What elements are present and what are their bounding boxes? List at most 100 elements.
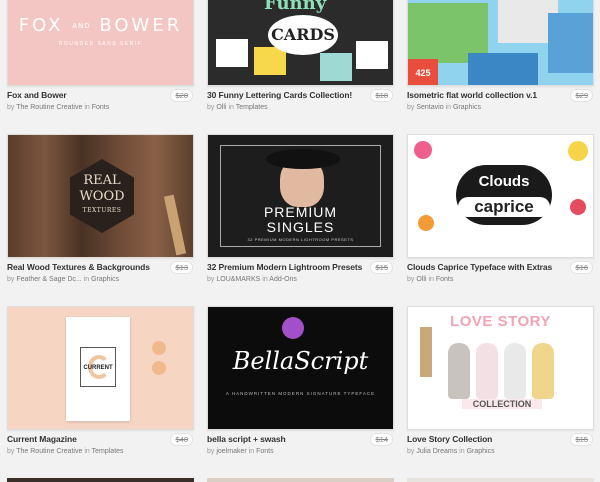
price-badge: $20	[170, 89, 193, 102]
product-meta: by The Routine Creative in Templates	[7, 448, 124, 455]
thumb-subtitle: caprice	[458, 197, 550, 217]
category-link[interactable]: Templates	[92, 448, 124, 455]
product-title[interactable]: Isometric flat world collection v.1	[407, 90, 537, 100]
product-meta: by LOU&MARKS in Add-Ons	[207, 276, 297, 283]
category-link[interactable]: Fonts	[436, 276, 454, 283]
product-title[interactable]: Love Story Collection	[407, 434, 492, 444]
thumb-title: CURRENT	[83, 365, 113, 371]
magazine-page: CURRENT	[66, 317, 130, 421]
category-link[interactable]: Templates	[236, 104, 268, 111]
product-thumbnail[interactable]: Funny CARDS	[207, 0, 394, 86]
price-badge: $14	[370, 433, 393, 446]
product-card-bella-script[interactable]: BellaScript A HANDWRITTEN MODERN SIGNATU…	[207, 306, 397, 470]
next-row-thumbnail[interactable]	[407, 478, 594, 482]
next-row-thumbnail[interactable]	[207, 478, 394, 482]
product-meta: by Julia Dreams in Graphics	[407, 448, 495, 455]
price-badge: $13	[170, 261, 193, 274]
author-link[interactable]: Feather & Sage Dc...	[16, 276, 81, 283]
thumb-title: LOVE STORY	[450, 313, 551, 330]
product-card-real-wood-textures[interactable]: REAL WOOD TEXTURES Real Wood Textures & …	[7, 134, 197, 298]
color-dot	[152, 341, 166, 355]
product-card-love-story[interactable]: LOVE STORY COLLECTION Love Story Collect…	[407, 306, 597, 470]
count-badge: 425	[408, 59, 438, 85]
product-card-premium-lightroom-presets[interactable]: PREMIUM SINGLES 32 PREMIUM MODERN LIGHTRO…	[207, 134, 397, 298]
product-thumbnail[interactable]: BellaScript A HANDWRITTEN MODERN SIGNATU…	[207, 306, 394, 430]
orchid-flower	[282, 317, 304, 339]
product-thumbnail[interactable]: PREMIUM SINGLES 32 PREMIUM MODERN LIGHTRO…	[207, 134, 394, 258]
thumb-title: BellaScript	[232, 347, 369, 375]
product-thumbnail[interactable]: CURRENT	[7, 306, 194, 430]
headphones-doodle	[414, 141, 432, 159]
sun-doodle	[568, 141, 588, 161]
author-link[interactable]: joelmaker	[216, 448, 246, 455]
category-link[interactable]: Graphics	[453, 104, 481, 111]
author-link[interactable]: Sentavio	[416, 104, 443, 111]
price-badge: $15	[570, 433, 593, 446]
product-title[interactable]: Clouds Caprice Typeface with Extras	[407, 262, 552, 272]
portrait-hat	[266, 149, 340, 169]
iso-block	[548, 13, 593, 73]
product-thumbnail[interactable]: REAL WOOD TEXTURES	[7, 134, 194, 258]
author-link[interactable]: The Routine Creative	[16, 104, 82, 111]
author-link[interactable]: Julia Dreams	[416, 448, 457, 455]
thumb-subtitle: COLLECTION	[462, 399, 542, 409]
author-link[interactable]: Olli	[416, 276, 426, 283]
category-link[interactable]: Add-Ons	[269, 276, 297, 283]
thumb-title: Funny	[264, 0, 327, 14]
category-link[interactable]: Fonts	[256, 448, 274, 455]
thumb-subtitle: A HANDWRITTEN MODERN SIGNATURE TYPEFACE	[225, 391, 376, 396]
product-meta: by Sentavio in Graphics	[407, 104, 481, 111]
product-meta: by Feather & Sage Dc... in Graphics	[7, 276, 120, 283]
balloon-doodle	[570, 199, 586, 215]
product-title[interactable]: 32 Premium Modern Lightroom Presets	[207, 262, 362, 272]
product-thumbnail[interactable]: LOVE STORY COLLECTION	[407, 306, 594, 430]
price-badge: $16	[570, 261, 593, 274]
product-meta: by Olli in Fonts	[407, 276, 454, 283]
price-badge: $29	[570, 89, 593, 102]
product-card-current-magazine[interactable]: CURRENT Current Magazine $40 by The Rout…	[7, 306, 197, 470]
price-badge: $15	[370, 261, 393, 274]
product-card-fox-and-bower[interactable]: FOX AND BOWER ROUNDED SANS SERIF Fox and…	[7, 0, 197, 126]
card-shape	[356, 41, 388, 69]
eiffel-tower-illustration	[420, 327, 432, 377]
product-thumbnail[interactable]: 425	[407, 0, 594, 86]
product-title[interactable]: bella script + swash	[207, 434, 286, 444]
product-meta: by Olli in Templates	[207, 104, 268, 111]
product-card-clouds-caprice[interactable]: Clouds caprice Clouds Caprice Typeface w…	[407, 134, 597, 298]
author-link[interactable]: Olli	[216, 104, 226, 111]
product-card-isometric-world[interactable]: 425 Isometric flat world collection v.1 …	[407, 0, 597, 126]
thumb-title: FOX AND BOWER	[18, 15, 183, 36]
bunny-illustration	[476, 343, 498, 399]
card-shape	[320, 53, 352, 81]
card-shape	[254, 47, 286, 75]
chisel-shape	[163, 194, 187, 256]
product-title[interactable]: Current Magazine	[7, 434, 77, 444]
panda-illustration	[504, 343, 526, 399]
product-grid: FOX AND BOWER ROUNDED SANS SERIF Fox and…	[0, 0, 600, 482]
category-link[interactable]: Graphics	[91, 276, 119, 283]
product-meta: by joelmaker in Fonts	[207, 448, 274, 455]
price-badge: $18	[370, 89, 393, 102]
iso-block	[468, 53, 538, 85]
product-thumbnail[interactable]: FOX AND BOWER ROUNDED SANS SERIF	[7, 0, 194, 86]
price-badge: $40	[170, 433, 193, 446]
product-thumbnail[interactable]: Clouds caprice	[407, 134, 594, 258]
card-shape	[216, 39, 248, 67]
product-meta: by The Routine Creative in Fonts	[7, 104, 110, 111]
author-link[interactable]: The Routine Creative	[16, 448, 82, 455]
hex-badge: REAL WOOD TEXTURES	[70, 159, 134, 233]
fox-doodle	[418, 215, 434, 231]
author-link[interactable]: LOU&MARKS	[216, 276, 260, 283]
product-title[interactable]: 30 Funny Lettering Cards Collection!	[207, 90, 352, 100]
product-title[interactable]: Real Wood Textures & Backgrounds	[7, 262, 150, 272]
product-card-funny-lettering-cards[interactable]: Funny CARDS 30 Funny Lettering Cards Col…	[207, 0, 397, 126]
product-title[interactable]: Fox and Bower	[7, 90, 67, 100]
thumb-subtitle: ROUNDED SANS SERIF	[58, 41, 143, 47]
thumb-subtitle: 32 PREMIUM MODERN LIGHTROOM PRESETS	[247, 237, 354, 242]
cat-illustration	[532, 343, 554, 399]
cat-illustration	[448, 343, 470, 399]
category-link[interactable]: Fonts	[92, 104, 110, 111]
category-link[interactable]: Graphics	[467, 448, 495, 455]
next-row-thumbnail[interactable]	[7, 478, 194, 482]
color-dot	[152, 361, 166, 375]
